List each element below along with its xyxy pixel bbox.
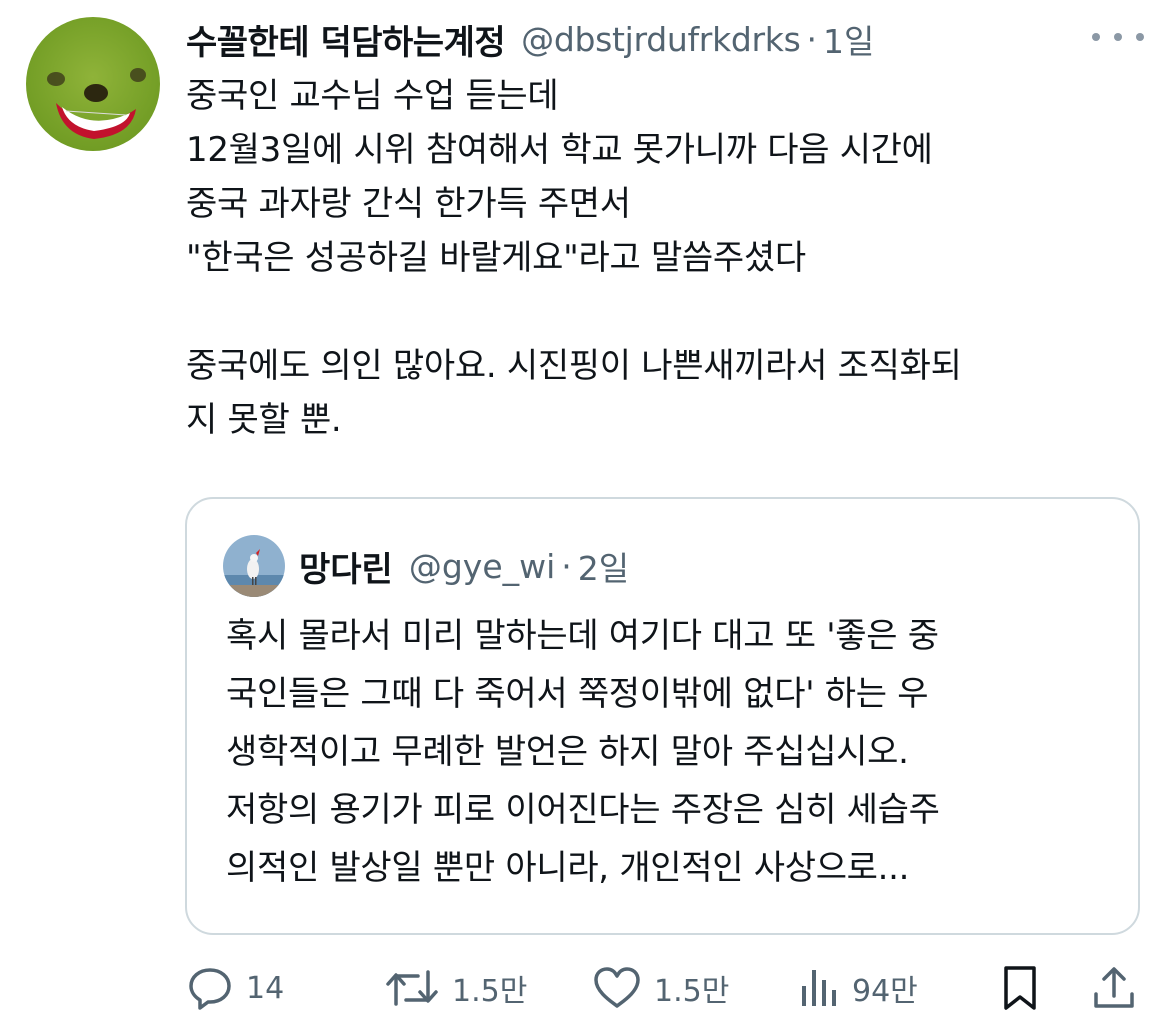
retweet-icon — [386, 970, 438, 1006]
quoted-avatar-image — [223, 535, 285, 597]
separator-dot: · — [561, 546, 572, 586]
tweet-text-line: 중국에도 의인 많아요. 시진핑이 나쁜새끼라서 조직화되 — [186, 346, 962, 386]
views-button[interactable]: 94만 — [796, 960, 918, 1016]
quoted-text-line: 혹시 몰라서 미리 말하는데 여기다 대고 또 '좋은 중 — [226, 616, 939, 656]
tweet-text-line: 지 못할 뿐. — [186, 400, 342, 440]
avatar-image — [26, 17, 160, 151]
share-icon — [1094, 967, 1134, 1008]
tweet-text-blank-line — [186, 285, 1156, 339]
reply-icon — [189, 968, 231, 1010]
like-count: 1.5만 — [654, 974, 730, 1009]
quoted-text-line: 저항의 용기가 피로 이어진다는 주장은 심히 세습주 — [226, 790, 940, 830]
quoted-author-handle[interactable]: @gye_wi — [409, 547, 555, 586]
more-options-icon[interactable] — [1092, 22, 1144, 52]
quoted-tweet-text: 혹시 몰라서 미리 말하는데 여기다 대고 또 '좋은 중 국인들은 그때 다 … — [226, 607, 1126, 897]
quoted-tweet-timestamp[interactable]: 2일 — [578, 542, 629, 590]
heart-icon — [594, 967, 640, 1008]
retweet-count: 1.5만 — [452, 974, 528, 1009]
tweet-timestamp[interactable]: 1일 — [823, 15, 874, 63]
author-display-name[interactable]: 수꼴한테 덕담하는계정 — [186, 15, 506, 64]
quoted-author-avatar[interactable] — [223, 535, 285, 597]
quoted-text-line: 생학적이고 무례한 발언은 하지 말아 주십십시오. — [226, 732, 909, 772]
like-button[interactable]: 1.5만 — [592, 960, 729, 1016]
tweet-header: 수꼴한테 덕담하는계정 @dbstjrdufrkdrks · 1일 — [186, 14, 1146, 64]
tweet-action-bar: 14 1.5만 1.5만 94만 — [186, 960, 1146, 1016]
separator-dot: · — [806, 19, 818, 59]
author-avatar[interactable] — [26, 17, 160, 151]
quoted-tweet-card[interactable]: 망다린 @gye_wi · 2일 혹시 몰라서 미리 말하는데 여기다 대고 또… — [185, 497, 1140, 935]
views-icon — [802, 970, 836, 1006]
bookmark-button[interactable] — [998, 960, 1042, 1016]
reply-count: 14 — [246, 970, 285, 1006]
tweet-text-line: "한국은 성공하길 바랄게요"라고 말씀주셨다 — [186, 238, 806, 278]
tweet[interactable]: 수꼴한테 덕담하는계정 @dbstjrdufrkdrks · 1일 중국인 교수… — [0, 0, 1170, 1016]
quoted-tweet-header: 망다린 @gye_wi · 2일 — [299, 541, 629, 591]
views-count: 94만 — [852, 974, 918, 1009]
tweet-text: 중국인 교수님 수업 듣는데 12월3일에 시위 참여해서 학교 못가니까 다음… — [186, 69, 1156, 447]
share-button[interactable] — [1090, 960, 1138, 1016]
quoted-author-display-name[interactable]: 망다린 — [299, 542, 393, 591]
tweet-text-line: 중국인 교수님 수업 듣는데 — [186, 76, 559, 116]
quoted-text-line: 의적인 발상일 뿐만 아니라, 개인적인 사상으로... — [226, 848, 910, 888]
retweet-button[interactable]: 1.5만 — [384, 960, 527, 1016]
tweet-text-line: 12월3일에 시위 참여해서 학교 못가니까 다음 시간에 — [186, 130, 933, 170]
quoted-text-line: 국인들은 그때 다 죽어서 쭉정이밖에 없다' 하는 우 — [226, 674, 929, 714]
bookmark-icon — [1004, 966, 1036, 1010]
author-handle[interactable]: @dbstjrdufrkdrks — [521, 20, 801, 59]
tweet-text-line: 중국 과자랑 간식 한가득 주면서 — [186, 184, 631, 224]
reply-button[interactable]: 14 — [186, 960, 284, 1016]
